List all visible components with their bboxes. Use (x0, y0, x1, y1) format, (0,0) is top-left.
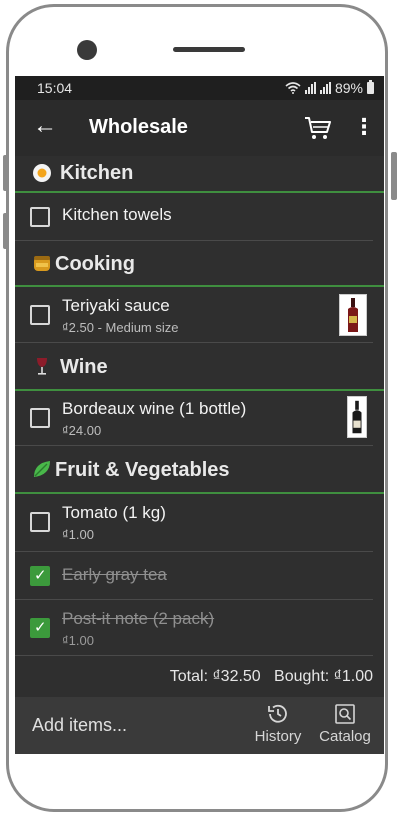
category-header: Cooking (15, 241, 384, 287)
item-checkbox[interactable] (30, 207, 50, 227)
category-label: Wine (60, 356, 108, 378)
volume-button (3, 155, 9, 191)
item-checkbox-checked[interactable] (30, 618, 50, 638)
item-detail: ₫1.00 (62, 527, 94, 542)
add-items-input[interactable]: Add items... (32, 715, 127, 736)
category-label: Kitchen (60, 162, 134, 184)
app-bar: ← Wholesale ⋮ (15, 100, 384, 156)
total-amount: Total: ₫32.50 (169, 668, 261, 685)
signal-icon (304, 82, 316, 94)
item-name: Teriyaki sauce (62, 296, 170, 315)
history-button[interactable]: History (250, 703, 306, 745)
leaf-icon (34, 461, 50, 477)
history-icon (268, 704, 287, 723)
catalog-button[interactable]: Catalog (317, 703, 373, 745)
front-camera (77, 40, 97, 60)
wine-glass-icon (37, 358, 47, 375)
battery-percent: 89% (334, 80, 363, 96)
shopping-list: Kitchen Kitchen towels Cooking Teriyaki … (15, 156, 384, 656)
bottom-bar: Add items... History Catalog (15, 697, 384, 754)
more-options-icon[interactable]: ⋮ (353, 116, 375, 138)
status-bar: 15:04 89% (15, 76, 384, 100)
catalog-label: Catalog (319, 728, 371, 745)
totals-summary: Total: ₫32.50 Bought: ₫1.00 (15, 668, 373, 686)
category-label: Fruit & Vegetables (55, 459, 230, 481)
volume-button-2 (3, 213, 9, 249)
item-detail: ₫1.00 (62, 633, 94, 648)
history-label: History (254, 728, 302, 745)
item-detail: ₫2.50 - Medium size (62, 320, 179, 335)
item-detail: ₫24.00 (62, 423, 102, 438)
item-name: Kitchen towels (62, 205, 172, 224)
list-item[interactable]: Bordeaux wine (1 bottle) ₫24.00 (15, 391, 373, 446)
app-screen: 15:04 89% ← Wholesale ⋮ Kitchen Kitchen … (15, 76, 384, 754)
list-title: Wholesale (89, 116, 188, 138)
catalog-icon (335, 704, 355, 724)
honey-pot-icon (34, 256, 50, 271)
fried-egg-icon (33, 164, 51, 182)
back-arrow-icon[interactable]: ← (33, 114, 57, 138)
wine-bottle-image (347, 396, 367, 438)
shopping-cart-icon[interactable] (303, 114, 333, 142)
item-checkbox-checked[interactable] (30, 566, 50, 586)
category-label: Cooking (55, 253, 135, 275)
list-item[interactable]: Kitchen towels (15, 193, 373, 241)
category-header: Wine (15, 343, 384, 391)
wifi-icon (285, 82, 301, 94)
sauce-bottle-image (339, 294, 367, 336)
power-button (391, 152, 397, 200)
item-checkbox[interactable] (30, 305, 50, 325)
list-item[interactable]: Teriyaki sauce ₫2.50 - Medium size (15, 287, 373, 343)
item-checkbox[interactable] (30, 408, 50, 428)
item-name: Bordeaux wine (1 bottle) (62, 399, 247, 418)
bought-amount: Bought: ₫1.00 (274, 668, 373, 685)
list-item[interactable]: Tomato (1 kg) ₫1.00 (15, 494, 373, 552)
item-name: Tomato (1 kg) (62, 503, 166, 522)
item-name: Early gray tea (62, 565, 167, 584)
list-item[interactable]: Post-it note (2 pack) ₫1.00 (15, 600, 373, 656)
battery-icon (367, 80, 374, 94)
item-name: Post-it note (2 pack) (62, 609, 215, 628)
category-header: Fruit & Vegetables (15, 446, 384, 494)
category-header: Kitchen (15, 156, 384, 193)
earpiece-speaker (173, 47, 245, 52)
item-checkbox[interactable] (30, 512, 50, 532)
status-time: 15:04 (37, 80, 73, 96)
list-item[interactable]: Early gray tea (15, 552, 373, 600)
signal-icon-2 (319, 82, 331, 94)
